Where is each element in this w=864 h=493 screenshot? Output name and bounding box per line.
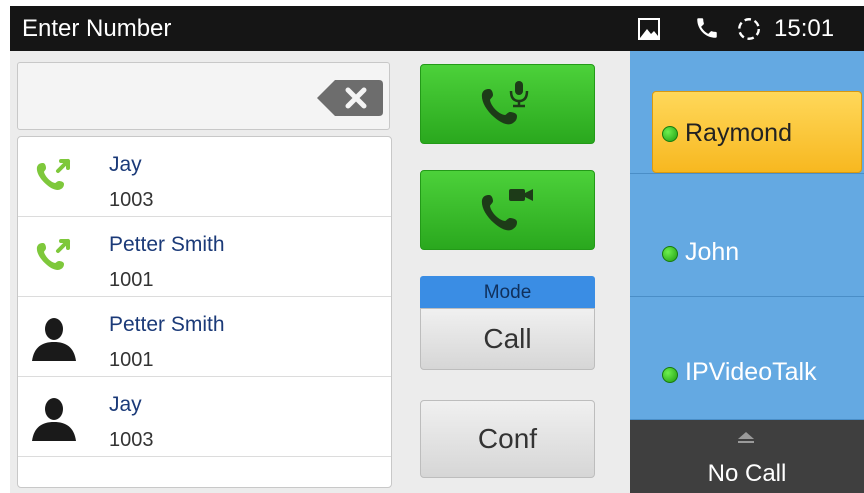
conference-button[interactable]: Conf: [420, 400, 595, 478]
outgoing-call-icon: [36, 159, 70, 190]
chevron-up-icon: [738, 432, 754, 443]
clock: 15:01: [774, 15, 835, 42]
no-call-label: No Call: [707, 460, 787, 487]
status-bar: Enter Number 15:01: [10, 6, 864, 51]
audio-call-button[interactable]: [420, 64, 595, 144]
list-item[interactable]: Petter Smith 1001: [18, 297, 391, 377]
list-item[interactable]: Jay 1003: [18, 377, 391, 457]
list-item[interactable]: Jay 1003: [18, 137, 391, 217]
line-label: John: [685, 238, 740, 266]
phone-icon: [697, 18, 717, 38]
video-call-icon: [481, 189, 533, 231]
contact-avatar-icon: [32, 398, 76, 441]
list-item[interactable]: Petter Smith 1001: [18, 217, 391, 297]
backspace-icon[interactable]: [315, 77, 385, 119]
call-mode-button[interactable]: Call: [420, 308, 595, 370]
contact-number: 1003: [109, 189, 154, 211]
line-panel: Raymond John IPVideoTalk No Call: [630, 51, 864, 493]
outgoing-call-icon: [36, 239, 70, 270]
contact-name: Petter Smith: [109, 313, 225, 336]
contact-avatar-icon: [32, 318, 76, 361]
contact-number: 1001: [109, 269, 154, 291]
contact-name: Jay: [109, 393, 142, 416]
status-dot-icon: [662, 126, 678, 142]
call-status-bar[interactable]: No Call: [630, 420, 864, 493]
contact-number: 1003: [109, 429, 154, 451]
call-history-list: Jay 1003 Petter Smith 1001 Petter Smith …: [17, 136, 392, 488]
contact-name: Petter Smith: [109, 233, 225, 256]
screen-title: Enter Number: [22, 15, 172, 42]
contact-number: 1001: [109, 349, 154, 371]
audio-call-icon: [481, 81, 529, 125]
line-ipvideotalk[interactable]: IPVideoTalk: [630, 297, 864, 420]
dialer-screen: Enter Number 15:01 Jay 1003 Petter Smith…: [10, 6, 864, 493]
sync-icon: [738, 18, 760, 40]
mode-label: Mode: [420, 276, 595, 308]
line-label: IPVideoTalk: [685, 358, 817, 386]
status-dot-icon: [662, 246, 678, 262]
video-call-button[interactable]: [420, 170, 595, 250]
line-raymond[interactable]: Raymond: [630, 51, 864, 174]
status-dot-icon: [662, 367, 678, 383]
line-john[interactable]: John: [630, 174, 864, 297]
contact-name: Jay: [109, 153, 142, 176]
line-label: Raymond: [685, 119, 792, 147]
gallery-icon: [638, 18, 660, 40]
